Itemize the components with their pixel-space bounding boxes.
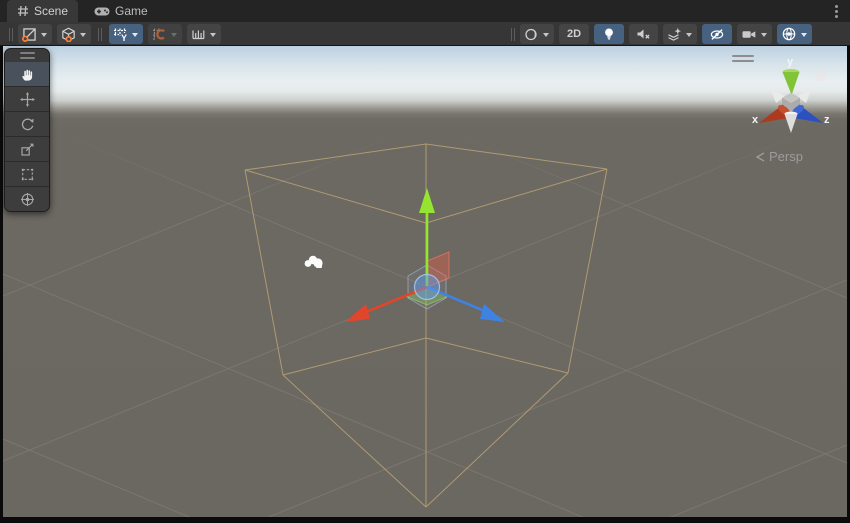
effects-star-icon bbox=[667, 27, 682, 42]
rect-tool-button[interactable] bbox=[5, 161, 49, 186]
move-arrows-icon bbox=[20, 92, 35, 107]
shaded-sphere-icon bbox=[524, 27, 539, 42]
kebab-menu-icon[interactable] bbox=[829, 3, 843, 19]
orientation-cube-icon bbox=[61, 27, 76, 42]
pivot-rect-icon bbox=[22, 27, 37, 42]
toolbar-right-group: 2D bbox=[506, 23, 817, 45]
transform-icon bbox=[20, 192, 35, 207]
scene-toolbar: Y 2D bbox=[0, 22, 850, 46]
tab-game[interactable]: Game bbox=[84, 0, 158, 22]
scene-visibility-button[interactable] bbox=[702, 24, 732, 44]
increment-snap-button[interactable] bbox=[148, 24, 182, 44]
tools-overlay bbox=[4, 48, 50, 212]
tab-scene[interactable]: Scene bbox=[7, 0, 78, 22]
toolbar-drag-handle-icon[interactable] bbox=[9, 28, 13, 41]
dropdown-caret-icon[interactable] bbox=[543, 33, 549, 40]
rect-icon bbox=[20, 167, 35, 182]
light-bulb-icon bbox=[602, 27, 616, 42]
grid-snap-axis-label: Y bbox=[121, 33, 127, 42]
gizmo-y-label: y bbox=[787, 56, 794, 68]
eye-hidden-icon bbox=[709, 27, 725, 42]
grid-icon bbox=[17, 5, 29, 17]
toolbar-separator bbox=[98, 28, 102, 41]
tab-label-scene: Scene bbox=[34, 4, 68, 18]
gizmos-toggle-button[interactable] bbox=[777, 24, 812, 44]
scene-viewport[interactable]: x y z Persp bbox=[3, 46, 847, 517]
y-axis-cone[interactable] bbox=[419, 188, 435, 213]
hand-icon bbox=[20, 67, 35, 82]
2d-mode-button[interactable]: 2D bbox=[559, 24, 589, 44]
scale-tool-button[interactable] bbox=[5, 136, 49, 161]
gizmo-drag-handle-icon[interactable] bbox=[732, 55, 754, 62]
x-axis-cone[interactable] bbox=[345, 304, 370, 322]
scene-3d-view: x y z bbox=[3, 46, 847, 517]
transform-tool-button[interactable] bbox=[5, 186, 49, 211]
audio-mute-icon bbox=[636, 27, 651, 42]
gizmo-x-label: x bbox=[752, 114, 759, 126]
ruler-icon bbox=[191, 27, 206, 42]
handle-orientation-button[interactable] bbox=[57, 24, 91, 44]
grid-snap-button[interactable]: Y bbox=[109, 24, 143, 44]
2d-mode-label: 2D bbox=[567, 28, 581, 40]
audio-toggle-button[interactable] bbox=[629, 24, 658, 44]
camera-icon bbox=[741, 27, 757, 42]
snap-settings-button[interactable] bbox=[187, 24, 221, 44]
increment-snap-icon bbox=[152, 27, 167, 42]
free-move-handle[interactable] bbox=[415, 275, 440, 300]
view-tool-button[interactable] bbox=[5, 62, 49, 86]
projection-toggle[interactable]: Persp bbox=[754, 149, 803, 164]
dropdown-caret-icon[interactable] bbox=[801, 33, 807, 40]
lock-icon[interactable] bbox=[814, 65, 828, 82]
y-axis-gizmo-cone[interactable] bbox=[783, 72, 800, 95]
dropdown-caret-icon[interactable] bbox=[132, 33, 138, 40]
tab-bar: Scene Game bbox=[0, 0, 850, 22]
move-tool-button[interactable] bbox=[5, 86, 49, 111]
dropdown-caret-icon[interactable] bbox=[686, 33, 692, 40]
persp-chevron-icon bbox=[754, 151, 766, 163]
grid-snap-icon: Y bbox=[113, 27, 128, 42]
dropdown-caret-icon[interactable] bbox=[761, 33, 767, 40]
gamepad-icon bbox=[94, 6, 110, 17]
lighting-toggle-button[interactable] bbox=[594, 24, 624, 44]
toolbar-separator bbox=[511, 28, 515, 41]
rotate-tool-button[interactable] bbox=[5, 111, 49, 136]
camera-gizmo-icon[interactable] bbox=[305, 256, 323, 268]
tools-drag-handle-icon[interactable] bbox=[5, 49, 49, 62]
dropdown-caret-icon[interactable] bbox=[210, 33, 216, 40]
tab-label-game: Game bbox=[115, 4, 148, 18]
gizmos-globe-icon bbox=[781, 26, 797, 42]
pivot-mode-button[interactable] bbox=[18, 24, 52, 44]
scale-icon bbox=[20, 142, 35, 157]
camera-settings-button[interactable] bbox=[737, 24, 772, 44]
toolbar-left-group: Y bbox=[4, 23, 226, 45]
move-gizmo[interactable] bbox=[345, 188, 505, 322]
dropdown-caret-icon[interactable] bbox=[171, 33, 177, 40]
shading-mode-button[interactable] bbox=[520, 24, 554, 44]
rotate-arrows-icon bbox=[20, 117, 35, 132]
dropdown-caret-icon[interactable] bbox=[41, 33, 47, 40]
effects-toggle-button[interactable] bbox=[663, 24, 697, 44]
neg-y-axis-cone[interactable] bbox=[785, 114, 798, 133]
dropdown-caret-icon[interactable] bbox=[80, 33, 86, 40]
gizmo-z-label: z bbox=[824, 114, 830, 126]
projection-label: Persp bbox=[769, 149, 803, 164]
z-axis-cone[interactable] bbox=[480, 304, 505, 322]
